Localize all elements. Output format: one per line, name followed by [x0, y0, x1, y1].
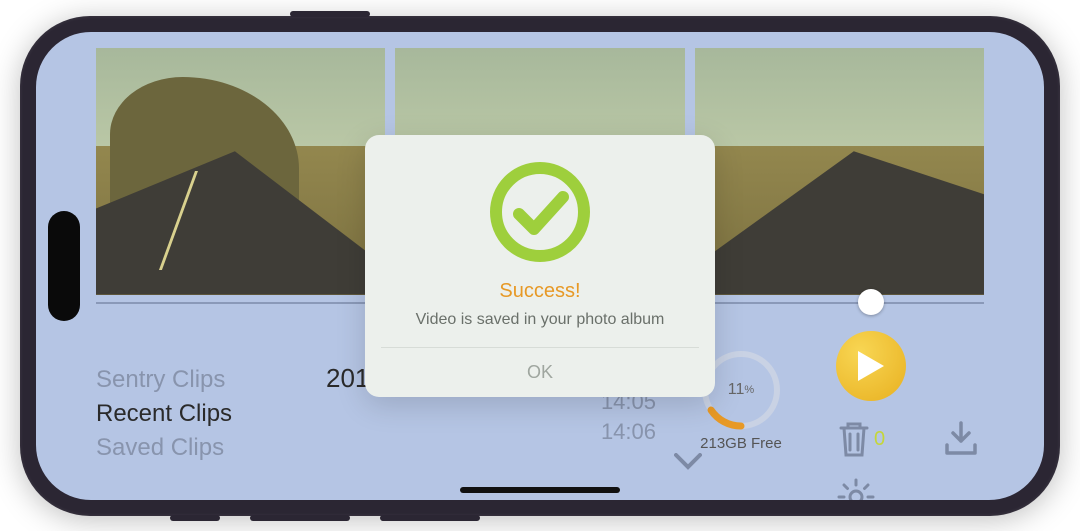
home-indicator[interactable] [460, 487, 620, 493]
dialog-title: Success! [381, 280, 699, 303]
screen: Sentry Clips Recent Clips Saved Clips 20… [36, 32, 1044, 500]
dynamic-island [48, 211, 80, 321]
power-button [290, 11, 370, 17]
dialog-ok-button[interactable]: OK [381, 347, 699, 397]
volume-down-button [380, 515, 480, 521]
dialog-message: Video is saved in your photo album [381, 311, 699, 329]
success-check-icon [485, 157, 595, 267]
volume-up-button [250, 515, 350, 521]
success-dialog: Success! Video is saved in your photo al… [365, 135, 715, 397]
phone-frame: Sentry Clips Recent Clips Saved Clips 20… [20, 16, 1060, 516]
mute-switch [170, 515, 220, 521]
dialog-backdrop: Success! Video is saved in your photo al… [36, 32, 1044, 500]
